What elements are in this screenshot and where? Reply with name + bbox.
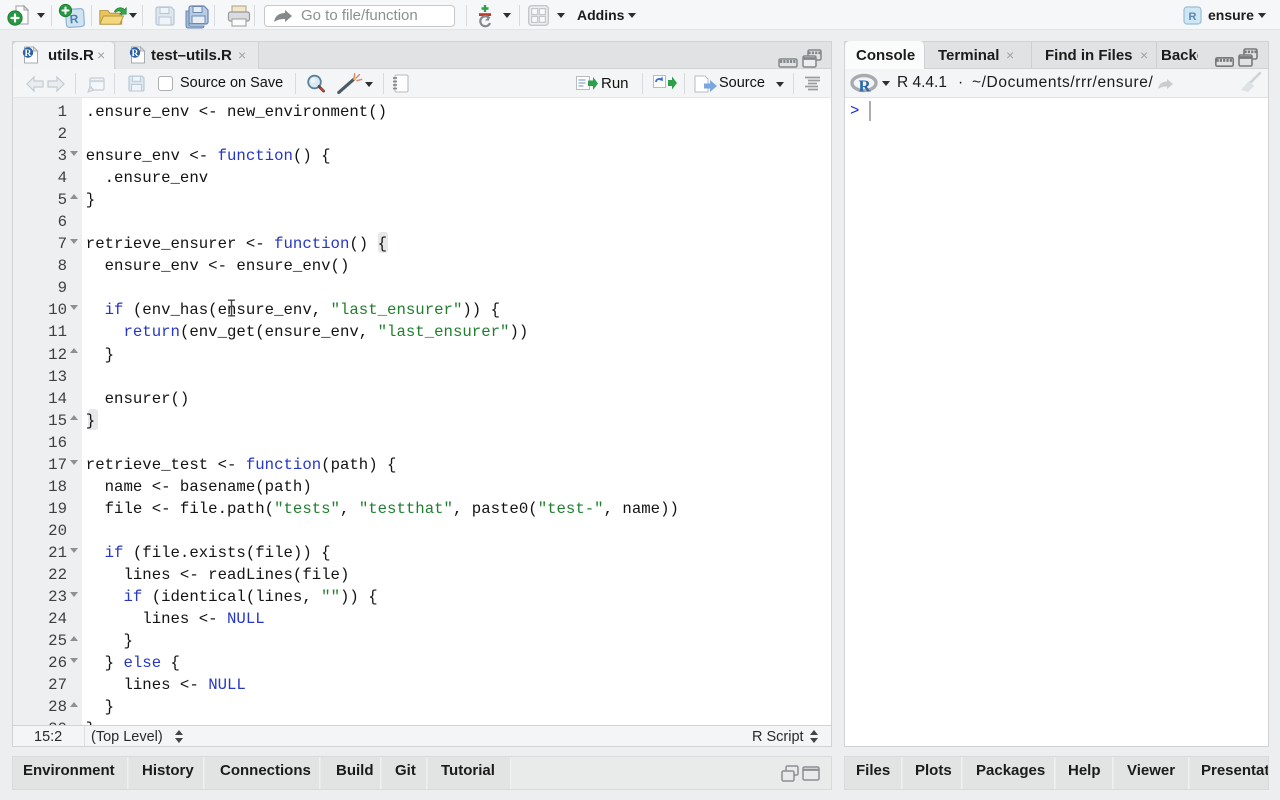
svg-text:R: R xyxy=(132,48,140,59)
svg-text:R: R xyxy=(859,77,872,96)
svg-text:R: R xyxy=(1189,11,1197,23)
svg-text:R: R xyxy=(25,48,33,59)
